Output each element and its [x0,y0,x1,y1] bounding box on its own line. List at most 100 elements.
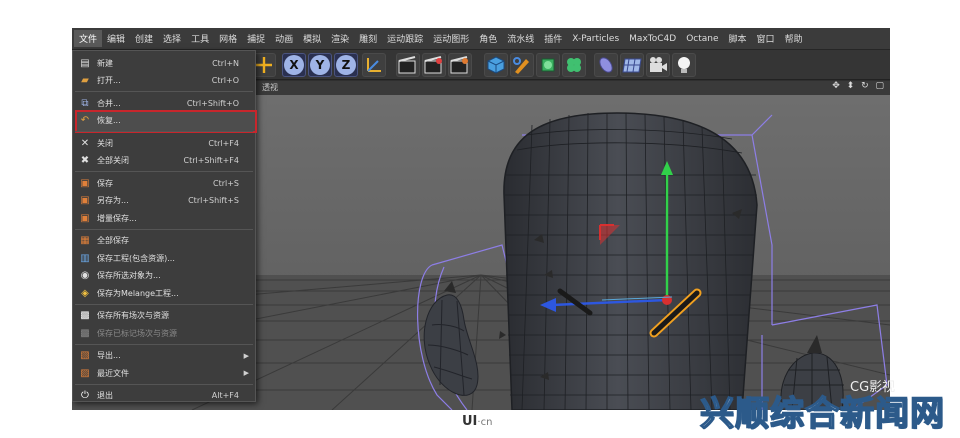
save-melange-icon: ◈ [81,287,89,299]
file-menu-item-shortcut: Ctrl+Shift+S [188,196,239,205]
file-menu-item-shortcut: Ctrl+F4 [208,138,239,148]
menu-separator [75,131,253,132]
file-menu-item-label: 保存为Melange工程... [97,288,179,298]
menu-separator [75,228,253,230]
render-settings-icon[interactable] [448,53,472,77]
deformer-icon[interactable] [594,53,618,77]
file-menu-item-label: 新建 [97,58,113,68]
menu-item[interactable]: 帮助 [780,30,808,47]
file-menu-item-shortcut: Ctrl+O [211,76,239,85]
floor-icon[interactable] [620,53,644,77]
menu-item[interactable]: 窗口 [752,30,780,47]
file-menu-item[interactable]: ✕ 关闭 Ctrl+F4 [73,134,255,152]
uicn-logo-text: UI [462,414,478,429]
viewport-nav-icons[interactable]: ✥ ⬍ ↻ ▢ [832,81,886,91]
coordinate-system-icon[interactable] [362,53,386,77]
cube-icon[interactable] [484,53,508,77]
file-menu-item-shortcut: Ctrl+Shift+O [186,98,239,108]
site-watermark: 兴顺综合新闻网 [699,393,945,435]
menu-item[interactable]: 编辑 [102,30,130,47]
save-incremental-icon: ▣ [80,212,90,224]
file-menu-item[interactable]: ▧ 导出... ▶ [73,347,255,365]
camera-icon[interactable] [646,53,670,77]
file-menu-item[interactable]: ▣ 保存 Ctrl+S [73,174,255,192]
menu-item[interactable]: 选择 [158,30,186,47]
menu-item[interactable]: 运动跟踪 [382,30,428,47]
cloner-icon[interactable] [562,53,586,77]
file-menu-item-label: 增量保存... [97,213,137,223]
open-folder-icon: ▰ [81,75,89,86]
x-axis-button[interactable]: X [282,53,306,77]
close-doc-icon: ✕ [80,137,90,149]
menu-item[interactable]: 流水线 [502,30,539,47]
menu-item[interactable]: 捕捉 [242,30,270,47]
file-menu-item-label: 恢复... [97,116,121,125]
file-menu-item[interactable]: ▩ 保存已标记场次与资源 [73,324,255,342]
render-view-icon[interactable] [396,53,420,77]
file-menu-dropdown: ▤ 新建 Ctrl+N ▰ 打开... Ctrl+O ⧉ 合并... Ctrl+Shift+O ↶… [72,50,257,405]
menu-separator [75,171,253,172]
file-menu-item-label: 全部保存 [97,236,129,245]
menu-item[interactable]: 工具 [186,30,214,47]
file-menu-item[interactable]: ▣ 增量保存... [73,209,255,227]
menu-item[interactable]: 网格 [214,30,242,47]
menu-item[interactable]: X-Particles [567,32,624,46]
revert-icon: ↶ [80,115,90,126]
file-menu-item[interactable]: ▨ 最近文件 ▶ [73,364,255,382]
new-file-icon: ▤ [80,57,90,69]
file-menu-item[interactable]: ▦ 全部保存 [73,232,255,250]
file-menu-item-label: 退出 [97,391,113,400]
x-axis-label: X [284,55,304,75]
file-menu-item[interactable]: ◈ 保存为Melange工程... [73,284,255,302]
cactus-body-mesh [499,112,758,410]
render-picture-icon[interactable] [422,53,446,77]
file-menu-item[interactable]: ▰ 打开... Ctrl+O [73,72,255,90]
close-all-icon: ✖ [80,155,90,166]
cinema4d-window: 文件 编辑 创建 选择 工具 网格 捕捉 动画 模拟 渲染 雕刻 运动跟踪 运动图形 角色 流水线 插件 X-P… [72,28,890,410]
menu-item[interactable]: 运动图形 [428,30,474,47]
file-menu-item[interactable]: ▣ 另存为... Ctrl+Shift+S [73,192,255,210]
menu-item[interactable]: 雕刻 [354,30,382,47]
file-menu-item[interactable]: ▤ 新建 Ctrl+N [73,54,255,72]
file-menu-item[interactable]: ↶ 恢复... [73,112,255,130]
menu-item[interactable]: 模拟 [298,30,326,47]
menu-item[interactable]: 文件 [74,30,103,47]
file-menu-item-label: 合并... [97,98,121,108]
save-selected-icon: ◉ [80,270,90,281]
power-icon: ⏻ [81,390,89,401]
menu-item[interactable]: 脚本 [724,30,752,47]
file-menu-item-label: 保存所选对象为... [97,271,161,280]
y-axis-button[interactable]: Y [308,53,332,77]
z-axis-button[interactable]: Z [334,53,358,77]
file-menu-item-shortcut: Ctrl+Shift+F4 [183,156,239,165]
file-menu-item[interactable]: ⧉ 合并... Ctrl+Shift+O [73,94,255,112]
file-menu-item[interactable]: ⏻ 退出 Alt+F4 [73,387,255,405]
menu-item[interactable]: Octane [681,32,723,46]
viewport-title: 透视 [262,83,278,92]
file-menu-item-label: 保存已标记场次与资源 [97,328,177,338]
pen-spline-icon[interactable] [510,53,534,77]
file-menu-item-label: 导出... [97,351,121,360]
y-axis-label: Y [310,55,330,75]
file-menu-item[interactable]: ✖ 全部关闭 Ctrl+Shift+F4 [73,152,255,170]
menu-item[interactable]: 插件 [539,30,567,47]
uicn-logo: UI·cn [462,414,492,429]
file-menu-item-label: 保存所有场次与资源 [97,311,169,320]
recent-files-icon: ▨ [80,367,90,379]
save-project-icon: ▥ [80,252,90,264]
file-menu-item[interactable]: ▥ 保存工程(包含资源)... [73,249,255,267]
menu-item[interactable]: MaxToC4D [624,32,681,46]
file-menu-item-label: 保存 [97,178,113,188]
menu-item[interactable]: 渲染 [326,30,354,47]
file-menu-item[interactable]: ◉ 保存所选对象为... [73,267,255,285]
menu-item[interactable]: 创建 [130,30,158,47]
menu-item[interactable]: 动画 [270,30,298,47]
menu-separator [75,303,253,305]
file-menu-item[interactable]: ▩ 保存所有场次与资源 [73,307,255,325]
light-icon[interactable] [672,53,696,77]
subdivision-icon[interactable] [536,53,560,77]
menu-item[interactable]: 角色 [474,30,502,47]
file-menu-item-shortcut: Ctrl+S [212,178,239,188]
submenu-arrow-icon: ▶ [243,369,249,377]
menu-separator [75,91,253,92]
